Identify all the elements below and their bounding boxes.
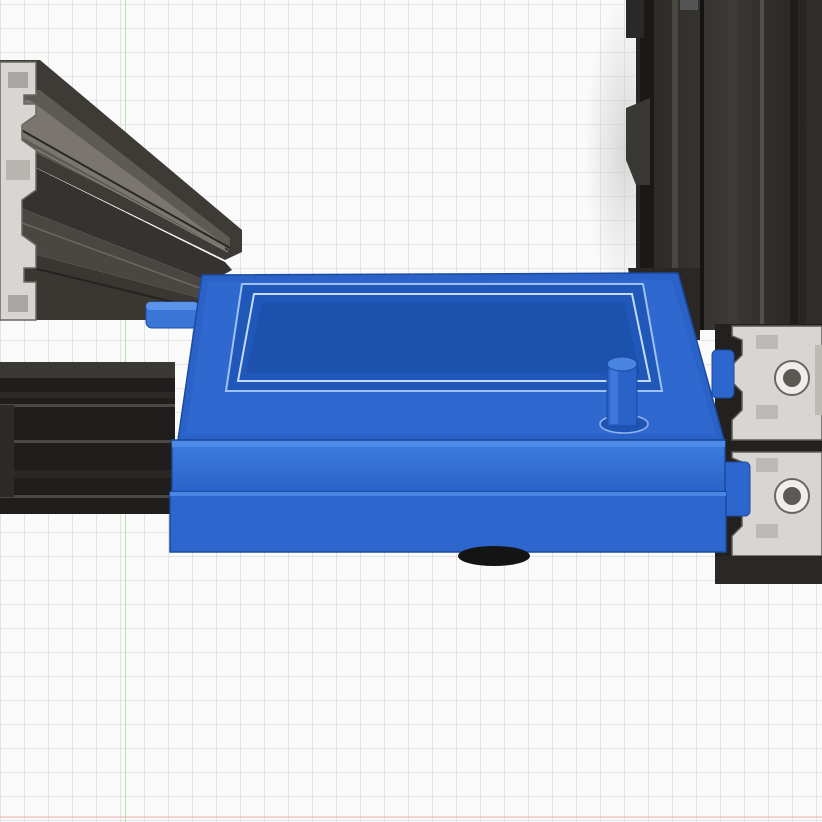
model-viewport[interactable] bbox=[0, 0, 822, 822]
lcd-screen bbox=[224, 283, 664, 392]
model-scene[interactable] bbox=[0, 0, 822, 822]
left-horizontal-rail[interactable] bbox=[0, 362, 175, 514]
lcd-enclosure[interactable] bbox=[145, 272, 751, 553]
enclosure-foot bbox=[458, 546, 530, 566]
left-connector-pin[interactable] bbox=[145, 301, 199, 329]
